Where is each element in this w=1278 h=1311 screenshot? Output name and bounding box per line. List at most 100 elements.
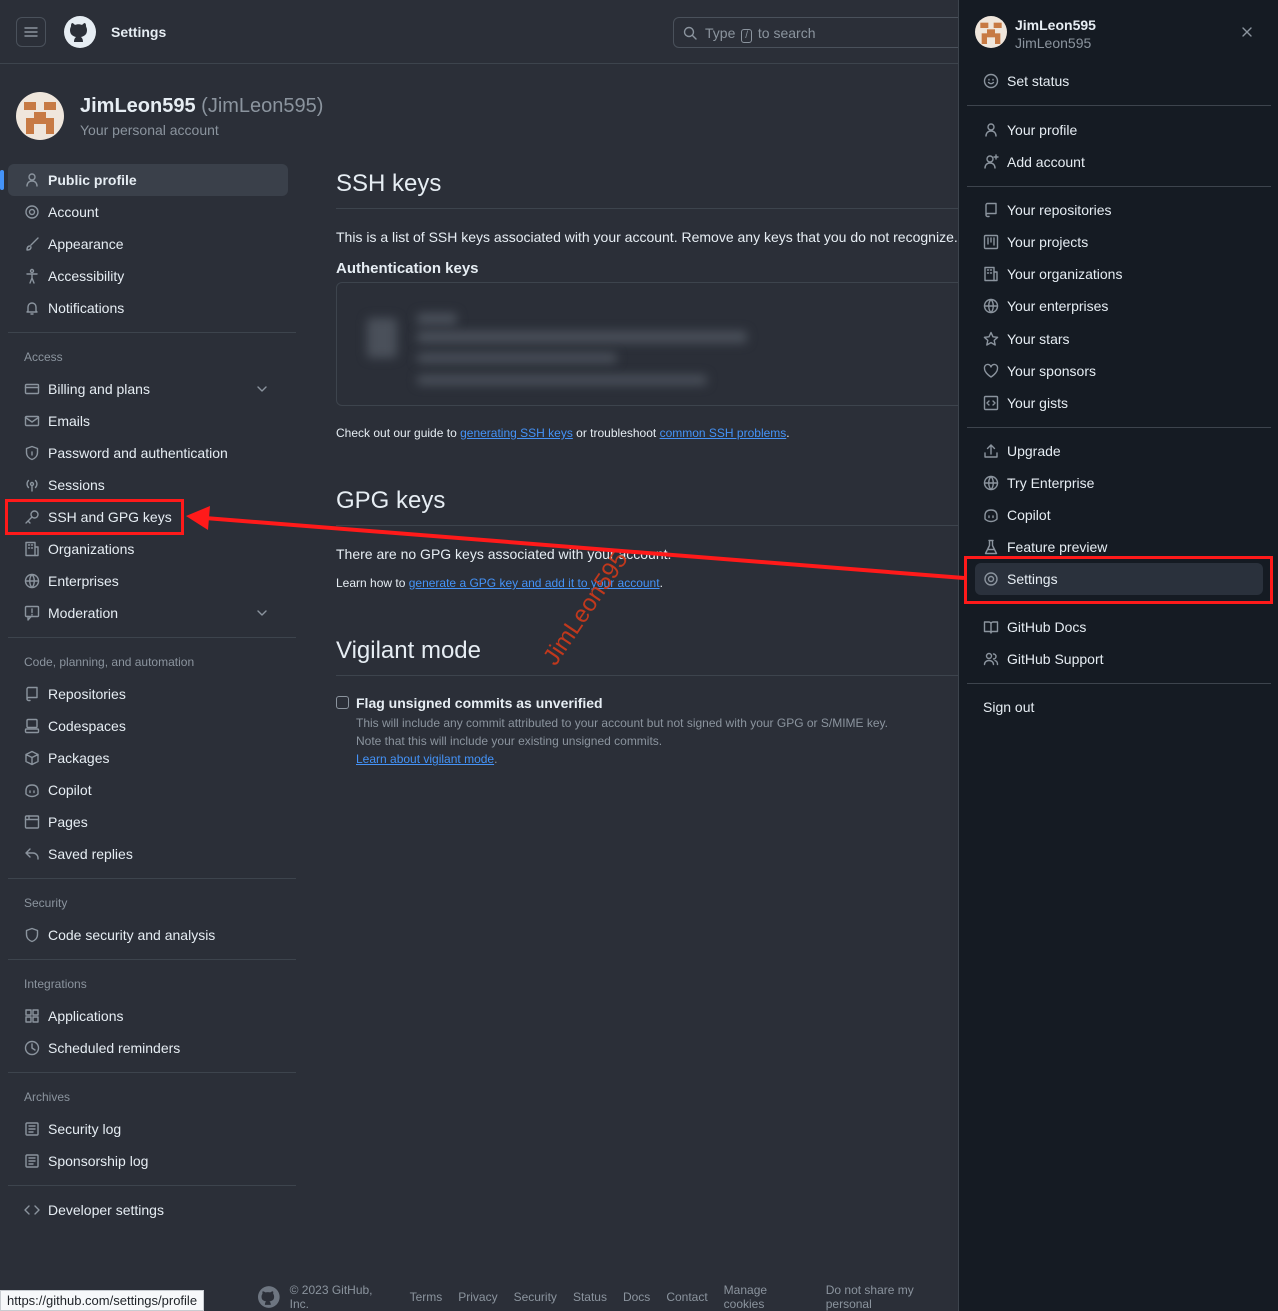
sidebar-item-notifications[interactable]: Notifications bbox=[8, 292, 288, 324]
sidebar-item-code-security[interactable]: Code security and analysis bbox=[8, 919, 288, 951]
chevron-down-icon[interactable] bbox=[254, 605, 270, 621]
gpg-keys-heading: GPG keys bbox=[336, 487, 446, 514]
key-icon-blurred bbox=[367, 318, 397, 358]
organization-icon bbox=[984, 266, 998, 282]
account-name: JimLeon595 (JimLeon595) bbox=[80, 95, 324, 117]
sidebar-item-label: Sessions bbox=[48, 477, 105, 493]
footer-copyright: © 2023 GitHub, Inc. bbox=[289, 1283, 373, 1311]
sidebar-item-label: Emails bbox=[48, 413, 91, 429]
section-divider bbox=[336, 675, 958, 676]
sidebar-divider bbox=[8, 959, 296, 960]
search-icon bbox=[683, 26, 697, 40]
sidebar-item-label: Scheduled reminders bbox=[48, 1040, 181, 1056]
sidebar-item-account[interactable]: Account bbox=[8, 196, 288, 228]
sidebar-item-password[interactable]: Password and authentication bbox=[8, 437, 288, 469]
code-square-icon bbox=[983, 395, 999, 411]
vigilant-mode-label[interactable]: Flag unsigned commits as unverified bbox=[356, 695, 603, 711]
sidebar-item-security-log[interactable]: Security log bbox=[8, 1113, 288, 1145]
chevron-down-icon[interactable] bbox=[254, 381, 270, 397]
sidebar-item-emails[interactable]: Emails bbox=[8, 405, 288, 437]
github-logo-icon[interactable] bbox=[63, 15, 97, 49]
sidebar-group-heading: Code, planning, and automation bbox=[24, 655, 195, 669]
beaker-icon bbox=[984, 539, 998, 555]
report-icon bbox=[24, 605, 40, 621]
sidebar-item-label: Packages bbox=[48, 750, 110, 766]
footer-link-status[interactable]: Status bbox=[573, 1290, 607, 1304]
sidebar-item-applications[interactable]: Applications bbox=[8, 1000, 288, 1032]
vigilant-note-1: This will include any commit attributed … bbox=[356, 716, 889, 730]
menu-item-your-repositories[interactable]: Your repositories bbox=[975, 194, 1263, 226]
menu-item-your-projects[interactable]: Your projects bbox=[975, 226, 1263, 258]
sidebar-item-repositories[interactable]: Repositories bbox=[8, 678, 288, 710]
mail-icon bbox=[24, 415, 40, 427]
footer-link-contact[interactable]: Contact bbox=[666, 1290, 707, 1304]
bell-icon bbox=[26, 302, 38, 315]
sidebar-item-label: Account bbox=[48, 204, 99, 220]
menu-item-your-organizations[interactable]: Your organizations bbox=[975, 258, 1263, 290]
globe-icon bbox=[24, 573, 40, 589]
menu-item-set-status[interactable]: Set status bbox=[975, 65, 1263, 97]
sidebar-item-moderation[interactable]: Moderation bbox=[8, 597, 288, 629]
sidebar-item-codespaces[interactable]: Codespaces bbox=[8, 710, 288, 742]
sidebar-item-accessibility[interactable]: Accessibility bbox=[8, 260, 288, 292]
vigilant-mode-checkbox[interactable] bbox=[336, 696, 349, 709]
sidebar-item-label: Enterprises bbox=[48, 573, 119, 589]
footer-link-privacy[interactable]: Privacy bbox=[458, 1290, 497, 1304]
menu-divider bbox=[967, 105, 1271, 106]
browser-icon bbox=[24, 815, 40, 829]
menu-item-sign-out[interactable]: Sign out bbox=[983, 699, 1034, 715]
sidebar-item-saved-replies[interactable]: Saved replies bbox=[8, 838, 288, 870]
menu-item-your-gists[interactable]: Your gists bbox=[975, 387, 1263, 419]
sidebar-item-pages[interactable]: Pages bbox=[8, 806, 288, 838]
sidebar-item-public-profile[interactable]: Public profile bbox=[0, 164, 288, 196]
search-input[interactable]: Type / to search bbox=[673, 17, 973, 48]
menu-item-github-support[interactable]: GitHub Support bbox=[975, 643, 1263, 675]
sidebar-item-sponsorship-log[interactable]: Sponsorship log bbox=[8, 1145, 288, 1177]
menu-item-try-enterprise[interactable]: Try Enterprise bbox=[975, 467, 1263, 499]
sidebar-item-sessions[interactable]: Sessions bbox=[8, 469, 288, 501]
sidebar-item-label: Accessibility bbox=[48, 268, 125, 284]
book-icon bbox=[983, 621, 999, 634]
person-icon bbox=[985, 123, 997, 137]
sidebar-item-billing[interactable]: Billing and plans bbox=[8, 373, 288, 405]
footer-link-docs[interactable]: Docs bbox=[623, 1290, 650, 1304]
menu-item-upgrade[interactable]: Upgrade bbox=[975, 435, 1263, 467]
menu-item-add-account[interactable]: Add account bbox=[975, 146, 1263, 178]
page-footer: © 2023 GitHub, Inc. Terms Privacy Securi… bbox=[257, 1283, 977, 1311]
sidebar-group-heading: Security bbox=[24, 896, 68, 910]
generating-ssh-keys-link[interactable]: generating SSH keys bbox=[460, 426, 573, 440]
sidebar-item-enterprises[interactable]: Enterprises bbox=[8, 565, 288, 597]
learn-vigilant-mode-link[interactable]: Learn about vigilant mode bbox=[356, 752, 494, 766]
footer-link-security[interactable]: Security bbox=[514, 1290, 557, 1304]
sidebar-item-developer-settings[interactable]: Developer settings bbox=[8, 1194, 288, 1226]
menu-item-your-sponsors[interactable]: Your sponsors bbox=[975, 355, 1263, 387]
menu-item-your-profile[interactable]: Your profile bbox=[975, 114, 1263, 146]
close-button[interactable] bbox=[1239, 24, 1255, 40]
sidebar-item-copilot[interactable]: Copilot bbox=[8, 774, 288, 806]
sidebar-item-scheduled-reminders[interactable]: Scheduled reminders bbox=[8, 1032, 288, 1064]
menu-item-github-docs[interactable]: GitHub Docs bbox=[975, 611, 1263, 643]
globe-icon bbox=[983, 475, 999, 491]
sidebar-divider bbox=[8, 1072, 296, 1073]
sidebar-group-heading: Integrations bbox=[24, 977, 87, 991]
sidebar-item-packages[interactable]: Packages bbox=[8, 742, 288, 774]
menu-item-copilot[interactable]: Copilot bbox=[975, 499, 1263, 531]
hamburger-menu-button[interactable] bbox=[16, 17, 46, 47]
footer-link-manage-cookies[interactable]: Manage cookies bbox=[724, 1283, 810, 1311]
gear-icon bbox=[25, 205, 39, 219]
footer-link-terms[interactable]: Terms bbox=[410, 1290, 443, 1304]
avatar[interactable] bbox=[16, 92, 64, 140]
sidebar-item-appearance[interactable]: Appearance bbox=[8, 228, 288, 260]
close-icon bbox=[1242, 27, 1252, 37]
credit-card-icon bbox=[24, 383, 40, 395]
sidebar-item-label: Applications bbox=[48, 1008, 124, 1024]
common-ssh-problems-link[interactable]: common SSH problems bbox=[660, 426, 787, 440]
sidebar-divider bbox=[8, 637, 296, 638]
menu-item-your-stars[interactable]: Your stars bbox=[975, 323, 1263, 355]
sidebar-item-label: Security log bbox=[48, 1121, 122, 1137]
broadcast-icon bbox=[26, 479, 38, 492]
footer-link-do-not-share[interactable]: Do not share my personal bbox=[826, 1283, 961, 1311]
search-placeholder: Type / to search bbox=[705, 25, 816, 43]
sidebar-item-organizations[interactable]: Organizations bbox=[8, 533, 288, 565]
menu-item-your-enterprises[interactable]: Your enterprises bbox=[975, 290, 1263, 322]
